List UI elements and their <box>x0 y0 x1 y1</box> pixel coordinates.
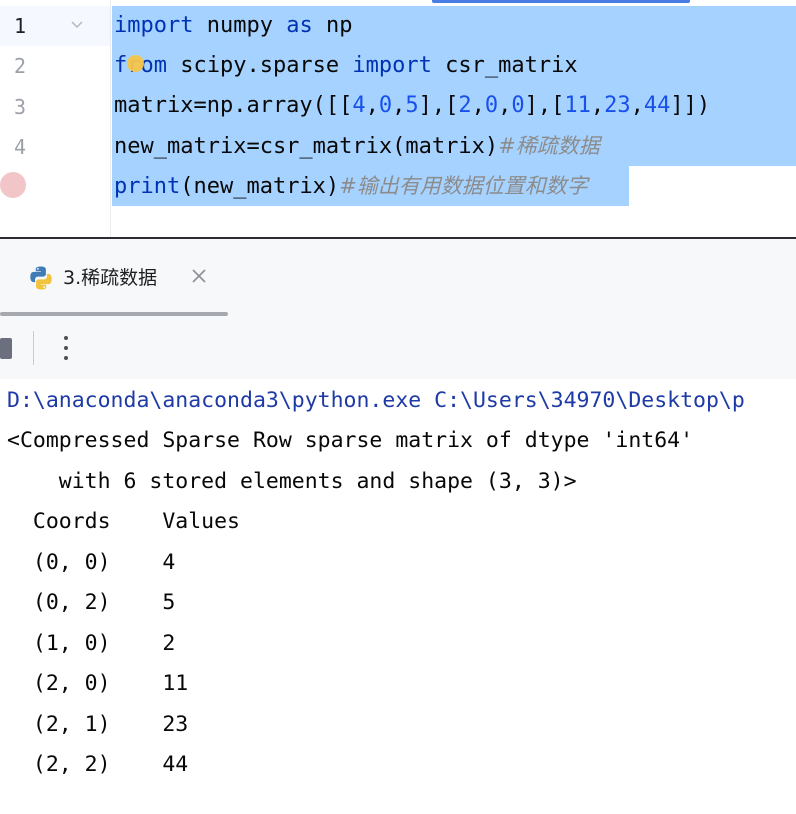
toolbar-separator <box>33 331 34 365</box>
code-token: , <box>471 93 485 118</box>
code-editor[interactable]: 1 2 3 4 import numpy as np from scipy.sp… <box>0 0 796 237</box>
code-token: matrix=np.array([[ <box>114 93 353 118</box>
run-tab-label: 3.稀疏数据 <box>63 267 158 289</box>
line-number: 3 <box>13 95 27 119</box>
code-token: ],[ <box>418 93 459 118</box>
run-tool-window: 3.稀疏数据 D:\anaconda\anaconda3\python.exe … <box>0 237 796 814</box>
editor-gutter: 1 2 3 4 <box>0 0 110 237</box>
line-number: 2 <box>13 54 27 78</box>
chevron-down-icon[interactable] <box>70 18 84 32</box>
code-token: #输出有用数据位置和数字 <box>339 174 588 198</box>
horizontal-scrollbar[interactable] <box>432 0 690 3</box>
console-line: (2, 0) 11 <box>7 671 189 696</box>
code-token: ],[ <box>524 93 565 118</box>
breakpoint-icon[interactable] <box>0 172 26 198</box>
code-token: , <box>630 93 644 118</box>
stop-icon[interactable] <box>0 338 12 359</box>
code-line[interactable]: from scipy.sparse import csr_matrix <box>114 46 578 86</box>
code-token: , <box>498 93 512 118</box>
code-line[interactable]: new_matrix=csr_matrix(matrix)#稀疏数据 <box>114 126 600 166</box>
code-line[interactable]: import numpy as np <box>114 6 352 46</box>
run-tab[interactable]: 3.稀疏数据 <box>0 239 228 317</box>
code-token: np <box>312 13 353 38</box>
code-token: import <box>114 13 194 38</box>
code-token: import <box>352 53 432 78</box>
code-token: , <box>392 93 406 118</box>
line-number: 1 <box>13 14 27 38</box>
console-line: Coords Values <box>7 509 240 534</box>
code-token: numpy <box>193 13 287 38</box>
code-token: new_matrix=csr_matrix(matrix) <box>114 134 499 159</box>
python-icon <box>30 266 52 290</box>
code-token: , <box>365 93 379 118</box>
code-token: 23 <box>604 93 631 118</box>
code-token: 2 <box>458 93 472 118</box>
gutter-divider <box>110 0 111 237</box>
code-token: scipy.sparse <box>166 53 353 78</box>
code-token: #稀疏数据 <box>498 134 600 158</box>
console-line: with 6 stored elements and shape (3, 3)> <box>7 469 577 494</box>
code-line[interactable]: matrix=np.array([[4,0,5],[2,0,0],[11,23,… <box>114 86 710 126</box>
console-command-line[interactable]: D:\anaconda\anaconda3\python.exe C:\User… <box>7 381 745 421</box>
code-token: 11 <box>564 93 591 118</box>
run-toolbar <box>0 317 796 379</box>
more-options-icon[interactable] <box>58 334 74 362</box>
code-token: 0 <box>484 93 499 118</box>
console-line: (2, 1) 23 <box>7 712 189 737</box>
code-token: print <box>114 174 181 199</box>
console-output[interactable]: D:\anaconda\anaconda3\python.exe C:\User… <box>0 381 796 814</box>
code-token: ]]) <box>670 93 711 118</box>
console-line: (2, 2) 44 <box>7 752 189 777</box>
code-token: as <box>286 13 313 38</box>
code-token: 4 <box>352 93 366 118</box>
code-token: 44 <box>643 93 671 118</box>
code-line[interactable]: print(new_matrix)#输出有用数据位置和数字 <box>114 166 588 206</box>
code-token: 0 <box>511 93 525 118</box>
code-token: , <box>590 93 605 118</box>
line-number: 4 <box>13 135 27 159</box>
console-line: <Compressed Sparse Row sparse matrix of … <box>7 428 694 453</box>
run-tab-bar: 3.稀疏数据 <box>0 239 796 318</box>
console-line: (1, 0) 2 <box>7 631 176 656</box>
code-token: 0 <box>378 93 393 118</box>
console-line: (0, 2) 5 <box>7 590 176 615</box>
code-token: 5 <box>405 93 419 118</box>
console-line: (0, 0) 4 <box>7 550 176 575</box>
active-tab-indicator <box>0 312 228 316</box>
intention-bulb-icon[interactable] <box>127 55 144 72</box>
code-token: (new_matrix) <box>180 174 340 199</box>
code-token: csr_matrix <box>431 53 578 78</box>
close-icon[interactable] <box>190 267 208 285</box>
